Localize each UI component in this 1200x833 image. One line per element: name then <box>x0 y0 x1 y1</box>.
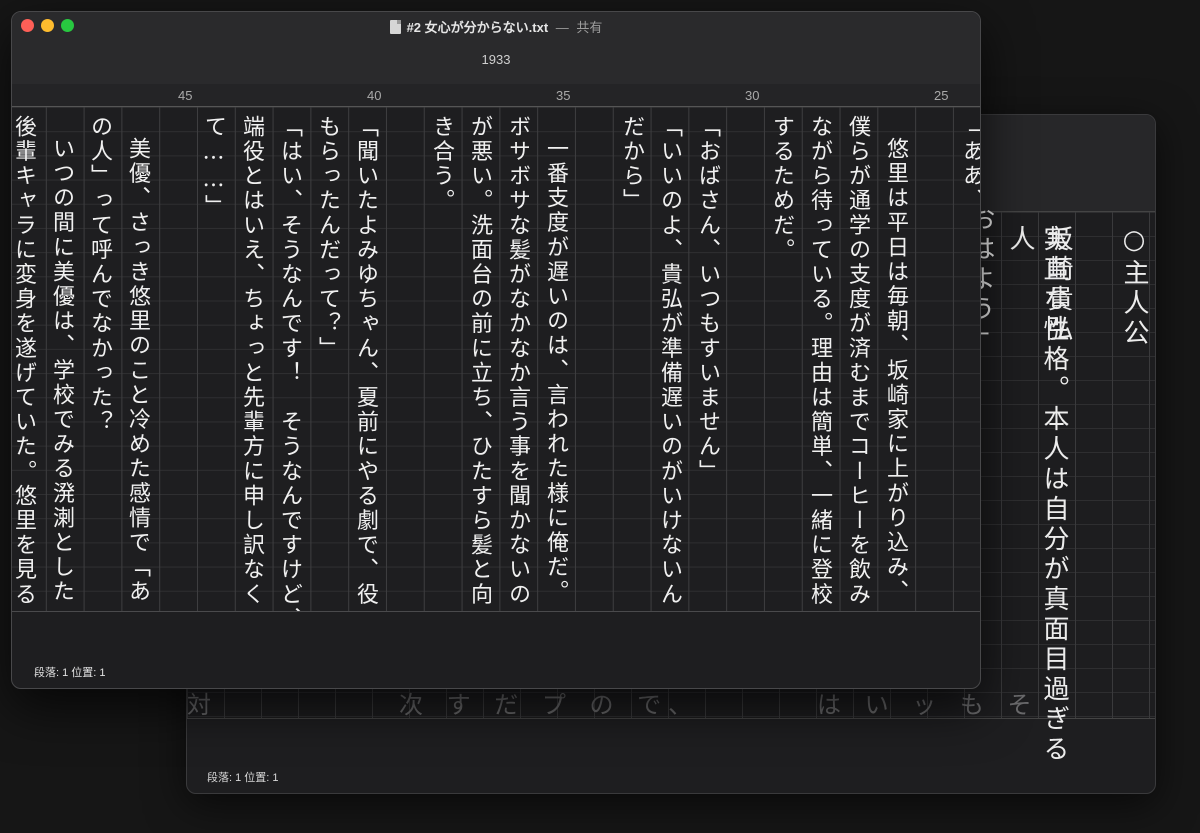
window-title: #2 女心が分からない.txt — 共有 <box>12 17 980 36</box>
text-column: 「聞いたよみゆちゃん、夏前にやる劇で、役 <box>353 115 378 607</box>
manuscript-paper[interactable]: 「ああ、 悠里は平日は毎朝、坂崎家に上がり込み、 僕らが通学の支度が済むまでコー… <box>12 107 980 612</box>
document-icon <box>389 20 401 34</box>
text-column: て……」 <box>201 115 226 220</box>
title-separator: — <box>555 20 569 35</box>
back-bottom-row-far: 対 <box>187 691 219 719</box>
text-column: 悠里は平日は毎朝、坂崎家に上がり込み、 <box>883 137 908 605</box>
text-column: 美優、さっき悠里のこと冷めた感情で「あ <box>125 137 150 605</box>
status-bar: 段落: 1 位置: 1 <box>34 667 106 679</box>
text-column: 「おばさん、いつもすいません」 <box>695 115 720 484</box>
back-bottom-row-right: は い ッ も そ <box>817 691 1040 719</box>
text-column: 端役とはいえ、ちょっと先輩方に申し訳なく <box>239 115 264 607</box>
text-column: いつの間に美優は、学校でみる溌溂とした <box>49 137 74 605</box>
ruler-mark: 45 <box>178 88 193 103</box>
document-title: #2 女心が分からない.txt <box>406 20 549 35</box>
back-bottom-row-left: 次 す だ プ の で、 <box>399 691 701 719</box>
text-column: 一番支度が遅いのは、言われた様に俺だ。 <box>543 137 568 605</box>
text-column: 「はい、そうなんです！ そうなんですけど、 <box>277 115 302 612</box>
character-count: 1933 <box>481 52 511 67</box>
text-column: するためだ。 <box>769 115 794 263</box>
text-column: 「いいのよ、貴弘が準備遅いのがいけないん <box>657 115 682 607</box>
ruler-mark: 30 <box>745 88 760 103</box>
text-column: の人」って呼んでなかった？ <box>87 115 112 435</box>
window-titlebar[interactable]: #2 女心が分からない.txt — 共有 1933 <box>12 12 980 85</box>
text-column: 「ああ、 <box>959 115 980 214</box>
front-editor-window[interactable]: #2 女心が分からない.txt — 共有 1933 25 30 35 40 45… <box>11 11 981 689</box>
back-status-bar: 段落: 1 位置: 1 <box>207 772 279 784</box>
text-column: ボサボサな髪がなかなか言う事を聞かないの <box>505 115 530 607</box>
text-column: もらったんだって？」 <box>315 115 340 361</box>
text-column: だから」 <box>619 115 644 214</box>
ruler-mark: 25 <box>934 88 949 103</box>
ruler-mark: 40 <box>367 88 382 103</box>
text-column: が悪い。洗面台の前に立ち、ひたすら髪と向 <box>467 115 492 607</box>
text-column: き合う。 <box>429 115 454 214</box>
back-text-column: ○主人公 <box>1119 225 1149 349</box>
text-column: 後輩キャラに変身を遂げていた。悠里を見る <box>12 115 36 607</box>
column-ruler: 25 30 35 40 45 <box>12 84 980 107</box>
ruler-mark: 35 <box>556 88 571 103</box>
text-column: ながら待っている。理由は簡単、一緒に登校 <box>807 115 832 607</box>
text-column: 僕らが通学の支度が済むまでコーヒーを飲み <box>845 115 870 607</box>
shared-label[interactable]: 共有 <box>576 20 602 35</box>
